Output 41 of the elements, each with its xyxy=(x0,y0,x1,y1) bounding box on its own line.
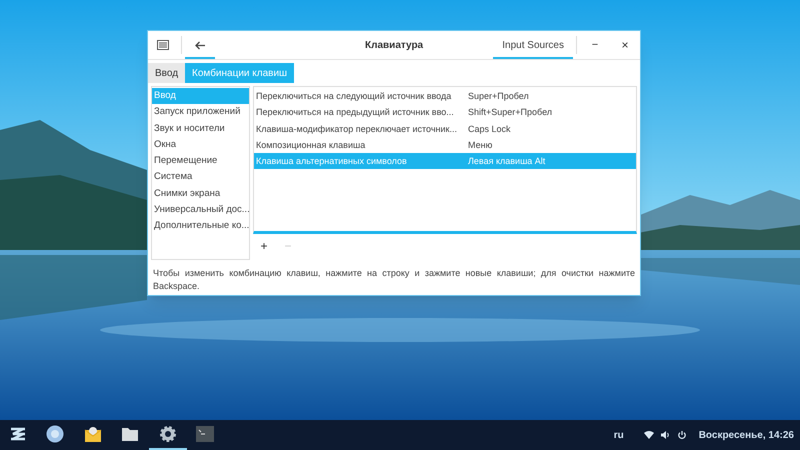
clock[interactable]: Воскресенье, 14:26 xyxy=(698,428,794,442)
category-item[interactable]: Перемещение xyxy=(152,153,249,170)
category-item[interactable]: Система xyxy=(152,169,249,186)
input-sources-button[interactable]: Input Sources xyxy=(493,31,573,59)
keys-cell-text: Super+Пробел xyxy=(468,90,529,103)
keys-cell-text: Shift+Super+Пробел xyxy=(468,106,552,120)
close-button[interactable]: × xyxy=(610,31,640,59)
terminal-icon xyxy=(196,426,214,442)
gear-icon xyxy=(158,425,177,443)
hint-text: Чтобы изменить комбинацию клавиш, нажмите на строку и зажмите новые клавиши; для очистки нажмите Backspace. xyxy=(152,267,636,293)
category-item[interactable]: Дополнительные ко... xyxy=(152,218,249,235)
action-cell-text: Клавиша альтернативных символов xyxy=(255,155,408,168)
shortcut-row[interactable]: Композиционная клавиша Меню xyxy=(254,136,636,154)
wifi-icon[interactable] xyxy=(644,431,654,439)
add-button[interactable]: + xyxy=(256,237,272,255)
power-icon[interactable] xyxy=(678,431,686,439)
folder-icon xyxy=(121,426,140,442)
back-arrow-icon xyxy=(195,40,205,50)
window-title: Клавиатура xyxy=(365,38,424,52)
category-item[interactable]: Звук и носители xyxy=(152,120,249,137)
keys-cell-text: Caps Lock xyxy=(468,122,511,136)
keys-cell-text: Левая клавиша Alt xyxy=(468,155,546,168)
category-item[interactable]: Запуск приложений xyxy=(152,104,249,121)
globe-icon xyxy=(46,425,64,443)
zigzag-logo-icon xyxy=(8,426,27,442)
minimize-button[interactable]: − xyxy=(580,31,610,59)
keys-cell-text: Меню xyxy=(468,138,492,152)
envelope-icon xyxy=(84,425,102,443)
action-cell-text: Переключиться на предыдущий источник вво... xyxy=(255,106,455,120)
shortcut-row[interactable]: Переключиться на следующий источник ввода Super+Пробел xyxy=(254,88,636,104)
category-item[interactable]: Окна xyxy=(152,136,249,154)
action-cell-text: Переключиться на следующий источник ввода xyxy=(255,90,452,103)
volume-icon[interactable] xyxy=(660,431,670,439)
language-indicator[interactable]: ru xyxy=(614,428,624,442)
action-cell-text: Клавиша-модификатор переключает источник... xyxy=(255,122,458,136)
tab[interactable]: Ввод xyxy=(148,63,186,83)
action-cell-text: Композиционная клавиша xyxy=(255,138,366,152)
shortcut-row[interactable]: Клавиша-модификатор переключает источник... Caps Lock xyxy=(254,120,636,137)
category-item[interactable]: Универсальный дос... xyxy=(152,202,249,218)
shortcut-row[interactable]: Переключиться на предыдущий источник вво... Shift+Super+Пробел xyxy=(254,104,636,121)
category-item[interactable]: Снимки экрана xyxy=(152,186,249,202)
